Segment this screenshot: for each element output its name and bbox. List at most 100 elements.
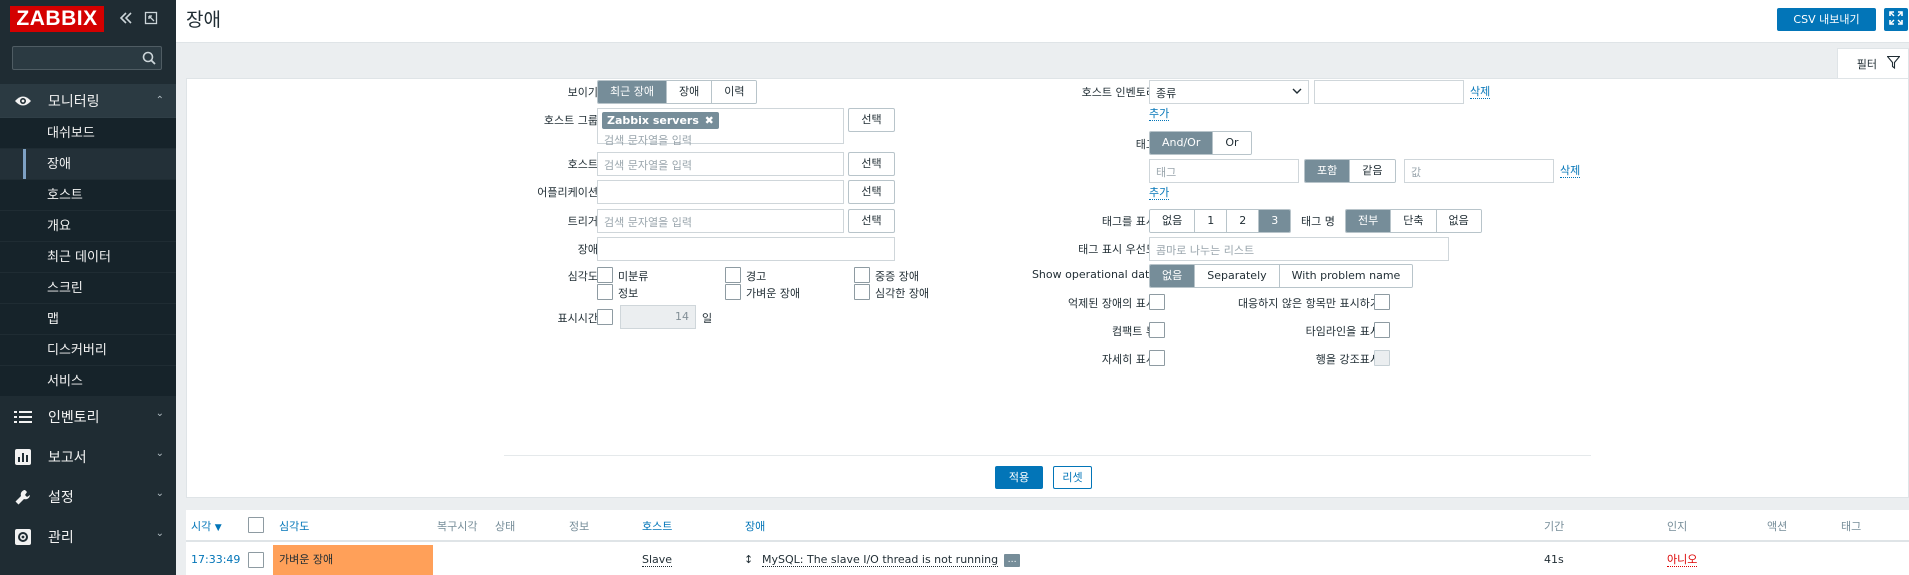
bar-chart-icon [14, 448, 32, 466]
close-icon[interactable]: ✖ [705, 112, 714, 129]
list-icon [14, 408, 32, 426]
hosts-input[interactable]: 검색 문자열을 입력 [597, 152, 844, 176]
menu-monitoring[interactable]: 모니터링 ⌃ [0, 84, 176, 118]
age-label: 표시시간 [557, 312, 598, 325]
column-info-header: 정보 [569, 520, 590, 533]
monitoring-submenu: 대쉬보드 장애 호스트 개요 최근 데이터 스크린 맵 디스커버리 서비스 [0, 118, 176, 397]
compact-view-checkbox[interactable] [1149, 322, 1165, 338]
host-group-chip[interactable]: Zabbix servers ✖ [602, 112, 719, 129]
row-time-link[interactable]: 17:33:49 [191, 553, 240, 566]
age-checkbox[interactable] [597, 309, 613, 325]
tag-match-toggle: 포함 같음 [1304, 159, 1396, 183]
sidebar-item-hosts[interactable]: 호스트 [0, 180, 176, 211]
filter-tab[interactable]: 필터 [1837, 48, 1909, 78]
operational-data-separately[interactable]: Separately [1195, 265, 1280, 287]
tag-name-shortened[interactable]: 단축 [1391, 210, 1437, 232]
host-groups-select-button[interactable]: 선택 [848, 108, 895, 132]
column-host-header[interactable]: 호스트 [642, 518, 672, 534]
menu-administration[interactable]: 관리 ⌄ [0, 517, 176, 557]
column-problem-header[interactable]: 장애 [745, 518, 765, 534]
host-inventory-add-link[interactable]: 추가 [1149, 107, 1170, 121]
double-chevron-left-icon[interactable] [118, 10, 134, 31]
sidebar-item-latest-data[interactable]: 최근 데이터 [0, 242, 176, 273]
tag-match-equals[interactable]: 같음 [1350, 160, 1395, 182]
column-time-header[interactable]: 시각 ▼ [191, 518, 222, 534]
fullscreen-button[interactable] [1884, 8, 1908, 31]
severity-information-checkbox[interactable] [597, 284, 613, 300]
zabbix-logo[interactable]: ZABBIX [10, 6, 104, 32]
sidebar-item-screens[interactable]: 스크린 [0, 273, 176, 304]
tags-operator-or[interactable]: Or [1213, 132, 1251, 154]
tag-add-link[interactable]: 추가 [1149, 186, 1170, 200]
show-suppressed-checkbox[interactable] [1149, 294, 1165, 310]
row-host-link[interactable]: Slave [642, 553, 673, 567]
highlight-row-checkbox[interactable] [1374, 350, 1390, 366]
host-inventory-field-value: 종류 [1156, 87, 1177, 100]
host-inventory-remove-link[interactable]: 삭제 [1470, 85, 1491, 99]
search-icon[interactable] [141, 50, 157, 66]
age-days-input[interactable]: 14 [620, 305, 696, 329]
severity-average-checkbox[interactable] [725, 284, 741, 300]
tags-operator-and-or[interactable]: And/Or [1150, 132, 1214, 154]
sidebar-item-services[interactable]: 서비스 [0, 366, 176, 397]
column-actions-header: 액션 [1767, 520, 1788, 533]
tag-name-full[interactable]: 전부 [1346, 210, 1392, 232]
csv-export-button[interactable]: CSV 내보내기 [1777, 8, 1876, 31]
tag-priority-input[interactable]: 콤마로 나누는 리스트 [1149, 237, 1449, 261]
row-ack-link[interactable]: 아니오 [1667, 553, 1698, 567]
problem-input[interactable] [597, 237, 895, 261]
apply-button[interactable]: 적용 [995, 466, 1043, 489]
severity-high-checkbox[interactable] [854, 267, 870, 283]
age-unit-label: 일 [702, 312, 713, 325]
hosts-select-button[interactable]: 선택 [848, 152, 895, 176]
tag-match-contains[interactable]: 포함 [1305, 160, 1351, 182]
menu-configuration[interactable]: 설정 ⌄ [0, 477, 176, 517]
tag-name-input[interactable]: 태그 [1149, 159, 1299, 183]
row-problem-link[interactable]: MySQL: The slave I/O thread is not runni… [762, 553, 999, 567]
show-tags-none[interactable]: 없음 [1150, 210, 1196, 232]
column-severity-header[interactable]: 심각도 [279, 518, 309, 534]
severity-warning-checkbox[interactable] [725, 267, 741, 283]
sidebar-item-overview[interactable]: 개요 [0, 211, 176, 242]
tag-remove-link[interactable]: 삭제 [1560, 164, 1581, 178]
page-header: 장애 [176, 0, 1909, 43]
application-label: 어플리케이션 [537, 186, 598, 199]
sidebar-item-maps[interactable]: 맵 [0, 304, 176, 335]
show-tags-2[interactable]: 2 [1227, 210, 1260, 232]
show-details-checkbox[interactable] [1149, 350, 1165, 366]
severity-disaster-checkbox[interactable] [854, 284, 870, 300]
triggers-input[interactable]: 검색 문자열을 입력 [597, 209, 844, 233]
kiosk-icon[interactable] [143, 10, 159, 31]
menu-reports[interactable]: 보고서 ⌄ [0, 437, 176, 477]
reset-button[interactable]: 리셋 [1053, 466, 1092, 489]
show-tags-3[interactable]: 3 [1259, 210, 1291, 232]
menu-inventory[interactable]: 인벤토리 ⌄ [0, 397, 176, 437]
sidebar-item-dashboard[interactable]: 대쉬보드 [0, 118, 176, 149]
show-history[interactable]: 이력 [712, 81, 757, 103]
show-problems[interactable]: 장애 [666, 81, 713, 103]
application-input[interactable] [597, 180, 844, 204]
operational-data-none[interactable]: 없음 [1150, 265, 1196, 287]
unacknowledged-checkbox[interactable] [1374, 294, 1390, 310]
filter-panel: 보이기 최근 장애 장애 이력 호스트 그룹 Zabbix servers ✖ … [186, 78, 1909, 498]
host-inventory-value-input[interactable] [1314, 80, 1464, 104]
sidebar-item-problems[interactable]: 장애 [0, 149, 176, 180]
show-timeline-label: 타임라인을 표시 [1305, 325, 1380, 338]
tag-value-input[interactable]: 값 [1404, 159, 1554, 183]
comment-icon[interactable]: … [1004, 553, 1021, 567]
show-recent-problems[interactable]: 최근 장애 [598, 81, 667, 103]
host-inventory-field-select[interactable]: 종류 [1149, 80, 1309, 104]
application-select-button[interactable]: 선택 [848, 180, 895, 204]
host-groups-multiselect[interactable]: Zabbix servers ✖ 검색 문자열을 입력 [597, 108, 844, 147]
operational-data-with-name[interactable]: With problem name [1279, 265, 1413, 287]
tag-name-none[interactable]: 없음 [1436, 210, 1481, 232]
triggers-select-button[interactable]: 선택 [848, 209, 895, 233]
menu-inventory-label: 인벤토리 [48, 410, 100, 426]
sidebar-search-input[interactable] [12, 46, 162, 70]
show-tags-1[interactable]: 1 [1195, 210, 1228, 232]
row-select-checkbox[interactable] [248, 552, 264, 568]
select-all-checkbox[interactable] [248, 517, 264, 533]
show-timeline-checkbox[interactable] [1374, 322, 1390, 338]
severity-not-classified-checkbox[interactable] [597, 267, 613, 283]
sidebar-item-discovery[interactable]: 디스커버리 [0, 335, 176, 366]
